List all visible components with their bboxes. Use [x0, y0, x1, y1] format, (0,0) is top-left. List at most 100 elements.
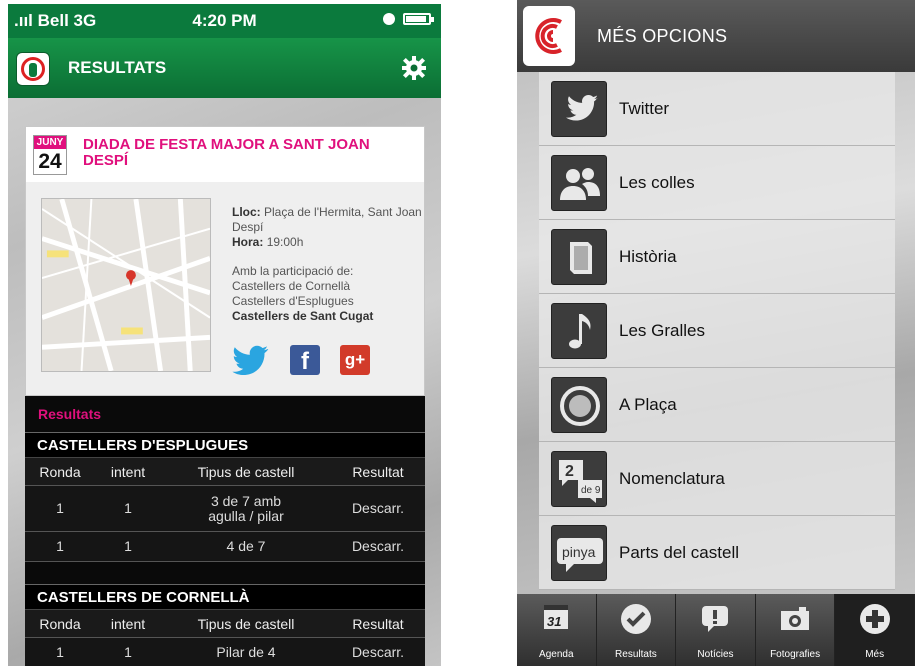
battery-icon	[403, 13, 434, 25]
col-intent: intent	[110, 616, 146, 632]
cell-tipus: Pilar de 4	[216, 644, 276, 660]
table-row[interactable]: 1 1 3 de 7 amb agulla / pilar Descarr.	[25, 486, 425, 532]
col-ronda: Ronda	[39, 464, 81, 480]
cell-tipus: 4 de 7	[226, 538, 266, 554]
participant-item: Castellers d'Esplugues	[232, 294, 354, 308]
status-bar: .ııl Bell 3G 4:20 PM	[8, 4, 441, 38]
castellers-logo-icon[interactable]	[16, 52, 50, 86]
cell-intent: 1	[124, 644, 132, 660]
tab-label: Fotografies	[770, 649, 821, 660]
col-resultat: Resultat	[352, 464, 404, 480]
status-time: 4:20 PM	[192, 11, 257, 30]
lloc-label: Lloc:	[232, 205, 261, 219]
menu-item-label: Les Gralles	[619, 321, 705, 340]
social-share: f g+	[232, 345, 370, 375]
app-logo-icon[interactable]	[523, 6, 575, 66]
tab-label: Agenda	[539, 649, 574, 660]
menu-item-label: Twitter	[619, 99, 670, 118]
twitter-bird-icon	[551, 81, 607, 137]
event-title: DIADA DE FESTA MAJOR A SANT JOAN DESPÍ	[83, 136, 370, 169]
hora-label: Hora:	[232, 235, 264, 249]
lloc-value: Plaça de l'Hermita, Sant Joan Despí	[232, 205, 422, 234]
google-plus-icon[interactable]: g+	[340, 345, 370, 375]
cell-resultat: Descarr.	[351, 500, 405, 516]
location-map[interactable]	[41, 198, 211, 372]
menu-item-twitter[interactable]: Twitter	[539, 72, 895, 146]
col-tipus: Tipus de castell	[197, 616, 295, 632]
cell-intent: 1	[124, 538, 132, 554]
tab-noticies[interactable]: Notícies	[676, 594, 756, 666]
cell-resultat: Descarr.	[351, 644, 405, 660]
table-row[interactable]: 1 1 4 de 7 Descarr.	[25, 532, 425, 562]
table-header: Ronda intent Tipus de castell Resultat	[25, 610, 425, 638]
participant-item: Castellers de Cornellà	[232, 279, 351, 293]
menu-item-les-gralles[interactable]: Les Gralles	[539, 294, 895, 368]
camera-icon	[781, 607, 810, 630]
twitter-bird-icon[interactable]	[232, 345, 270, 375]
event-month: JUNY	[34, 136, 66, 149]
col-intent: intent	[110, 464, 146, 480]
cell-resultat: Descarr.	[351, 538, 405, 554]
participant-highlight: Castellers de Sant Cugat	[232, 309, 374, 323]
music-note-icon	[551, 303, 607, 359]
facebook-icon[interactable]: f	[290, 345, 320, 375]
page-title: RESULTATS	[68, 58, 167, 77]
book-icon	[551, 229, 607, 285]
menu-item-historia[interactable]: Història	[539, 220, 895, 294]
menu-item-label: A Plaça	[619, 395, 677, 414]
nav-bar: MÉS OPCIONS	[517, 0, 915, 72]
menu-item-a-placa[interactable]: A Plaça	[539, 368, 895, 442]
nomenclatura-badge-bottom: de 9	[581, 485, 601, 496]
screenshot-canvas: .ııl Bell 3G 4:20 PM RESULTATS JUNY 24 D…	[0, 0, 915, 666]
tab-fotografies[interactable]: Fotografies	[756, 594, 836, 666]
col-tipus: Tipus de castell	[197, 464, 295, 480]
cell-ronda: 1	[56, 644, 64, 660]
menu-item-les-colles[interactable]: Les colles	[539, 146, 895, 220]
table-header: Ronda intent Tipus de castell Resultat	[25, 458, 425, 486]
exclamation-bubble-icon	[702, 606, 729, 632]
participation-intro: Amb la participació de:	[232, 264, 354, 278]
col-ronda: Ronda	[39, 616, 81, 632]
results-title: Resultats	[38, 406, 102, 422]
nav-bar: RESULTATS	[8, 38, 441, 98]
pinya-badge-text: pinya	[562, 544, 596, 560]
team-name: CASTELLERS D'ESPLUGUES	[25, 432, 425, 458]
menu-item-parts-del-castell[interactable]: pinya Parts del castell	[539, 516, 895, 590]
event-header: JUNY 24 DIADA DE FESTA MAJOR A SANT JOAN…	[26, 127, 424, 182]
tab-label: Resultats	[615, 649, 657, 660]
cell-ronda: 1	[56, 500, 64, 516]
tab-label: Més	[865, 649, 885, 660]
event-details: Lloc: Plaça de l'Hermita, Sant Joan Desp…	[232, 205, 422, 324]
status-icons	[383, 13, 434, 25]
alarm-icon	[383, 13, 395, 25]
team-name: CASTELLERS DE CORNELLÀ	[25, 584, 425, 610]
tab-mes[interactable]: Més	[835, 594, 915, 666]
menu-item-label: Història	[619, 247, 677, 266]
menu-item-label: Nomenclatura	[619, 469, 725, 488]
cell-intent: 1	[124, 500, 132, 516]
speech-bubbles-icon: 2 de 9	[551, 451, 607, 507]
gear-icon[interactable]	[401, 55, 427, 81]
circle-target-icon	[551, 377, 607, 433]
team-section: CASTELLERS DE CORNELLÀ Ronda intent Tipu…	[25, 584, 425, 666]
col-resultat: Resultat	[352, 616, 404, 632]
page-title: MÉS OPCIONS	[597, 26, 728, 46]
table-row[interactable]: 1 1 Pilar de 4 Descarr.	[25, 638, 425, 666]
calendar-day: 31	[547, 614, 561, 629]
event-card: JUNY 24 DIADA DE FESTA MAJOR A SANT JOAN…	[25, 126, 425, 396]
menu-item-label: Parts del castell	[619, 543, 739, 562]
menu-item-nomenclatura[interactable]: 2 de 9 Nomenclatura	[539, 442, 895, 516]
event-day: 24	[38, 150, 62, 173]
more-options-screen: MÉS OPCIONS Twitter Les colles Història	[517, 0, 915, 666]
results-screen: .ııl Bell 3G 4:20 PM RESULTATS JUNY 24 D…	[8, 4, 441, 666]
tab-agenda[interactable]: 31 Agenda	[517, 594, 597, 666]
event-date-badge: JUNY 24	[33, 135, 67, 175]
results-panel: Resultats CASTELLERS D'ESPLUGUES Ronda i…	[25, 396, 425, 666]
map-graphic	[42, 199, 210, 371]
tab-resultats[interactable]: Resultats	[597, 594, 677, 666]
team-section: CASTELLERS D'ESPLUGUES Ronda intent Tipu…	[25, 432, 425, 562]
tab-label: Notícies	[697, 649, 734, 660]
cell-ronda: 1	[56, 538, 64, 554]
menu-item-label: Les colles	[619, 173, 695, 192]
hora-value: 19:00h	[266, 235, 304, 249]
